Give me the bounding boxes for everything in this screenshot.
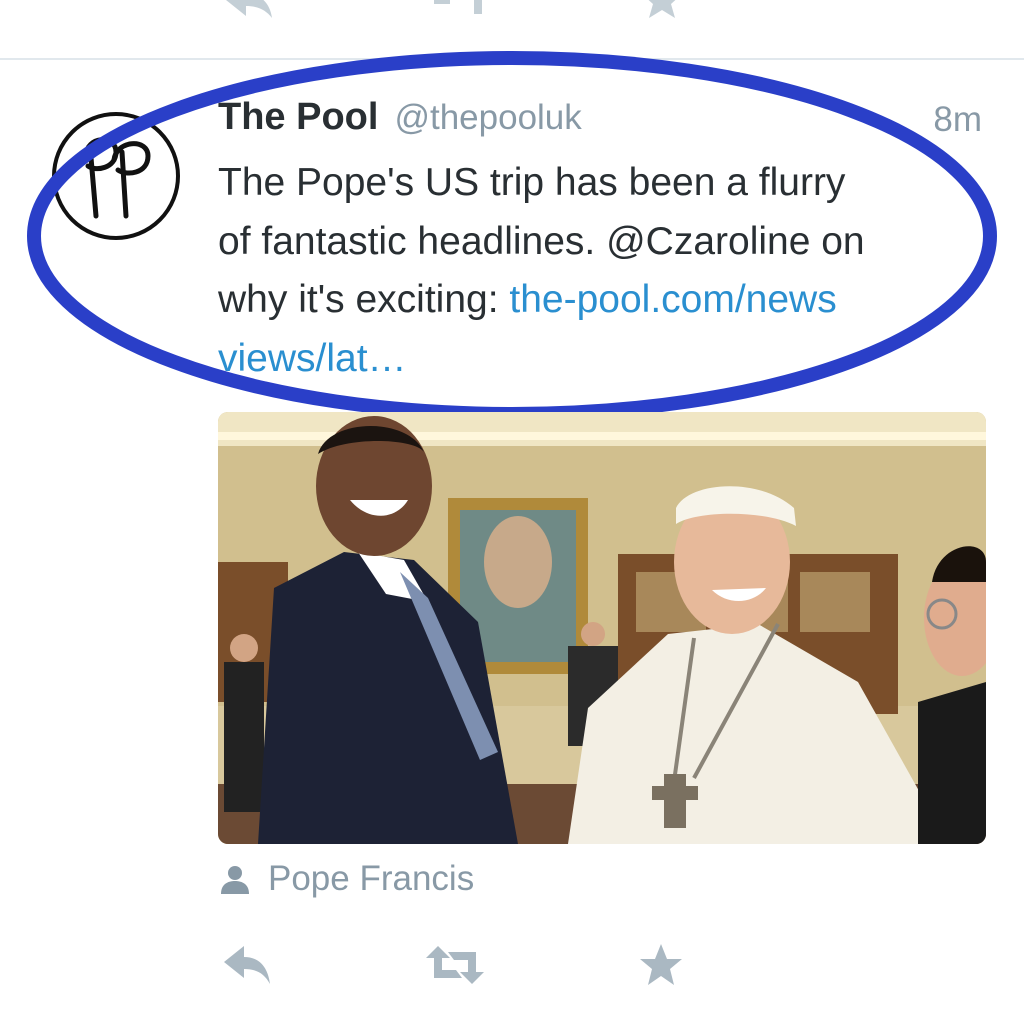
author-name[interactable]: The Pool	[218, 96, 378, 139]
tweet-timestamp[interactable]: 8m	[933, 100, 982, 140]
star-icon[interactable]	[640, 0, 684, 18]
retweet-icon[interactable]	[428, 0, 488, 18]
previous-tweet-actions	[0, 0, 1024, 18]
star-icon[interactable]	[638, 942, 684, 988]
tweet-text-line: why it's exciting: the-pool.com/news	[218, 271, 958, 330]
person-icon	[221, 866, 249, 894]
tweet-link[interactable]: the-pool.com/news	[509, 278, 836, 321]
tweet-actions	[0, 942, 1024, 996]
tweet-text-fragment: why it's exciting:	[218, 278, 510, 321]
photo-illustration	[218, 412, 986, 844]
tweet-divider	[0, 58, 1024, 60]
retweet-icon[interactable]	[424, 942, 486, 988]
tweet-link-continued[interactable]: views/lat…	[218, 330, 958, 389]
tweet-text-line: of fantastic headlines. @Czaroline on	[218, 219, 865, 263]
photo-tag-label: Pope Francis	[268, 859, 475, 898]
reply-icon[interactable]	[222, 0, 278, 18]
photo-tag[interactable]: Pope Francis	[218, 856, 474, 902]
tweet-text-line: The Pope's US trip has been a flurry	[218, 161, 846, 204]
tweet-text: The Pope's US trip has been a flurry of …	[218, 154, 958, 388]
tweet-header: The Pool @thepooluk	[218, 96, 582, 146]
tweet-photo[interactable]	[218, 412, 986, 844]
avatar[interactable]	[52, 112, 180, 240]
reply-icon[interactable]	[222, 942, 274, 988]
thepool-logo	[83, 137, 151, 219]
author-handle[interactable]: @thepooluk	[394, 98, 581, 138]
